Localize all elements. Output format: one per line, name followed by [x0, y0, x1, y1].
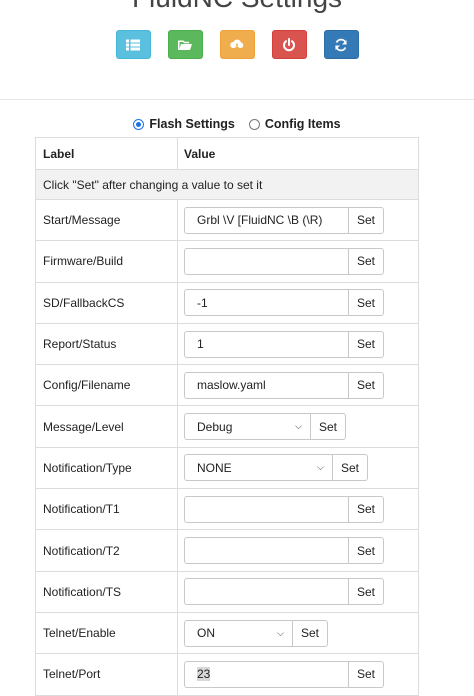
config-items-option[interactable]: Config Items — [248, 117, 341, 131]
setting-label: Telnet/Port — [36, 654, 178, 695]
divider — [0, 99, 474, 100]
page-title: FluidNC Settings — [0, 0, 474, 14]
setting-value-input[interactable]: Grbl \V [FluidNC \B (\R) — [184, 206, 348, 234]
toolbar — [0, 30, 474, 59]
value-column-header: Value — [184, 146, 216, 161]
setting-label: SD/FallbackCS — [36, 282, 178, 323]
setting-label: Notification/T1 — [36, 489, 178, 530]
table-row: Notification/T1 Set — [36, 488, 418, 530]
refresh-button[interactable] — [323, 30, 359, 59]
selected-option: ON — [197, 626, 215, 641]
setting-label: Config/Filename — [36, 365, 178, 406]
selected-option: Debug — [197, 419, 233, 434]
set-button[interactable]: Set — [348, 371, 384, 399]
set-button[interactable]: Set — [348, 660, 384, 688]
flash-settings-label: Flash Settings — [149, 117, 235, 131]
setting-value-input[interactable]: maslow.yaml — [184, 371, 348, 399]
table-row: Notification/T2 Set — [36, 529, 418, 571]
chevron-down-icon: ⌵ — [317, 462, 324, 473]
setting-label: Notification/TS — [36, 571, 178, 612]
setting-value-input[interactable]: -1 — [184, 289, 348, 317]
settings-table: Label Value Click "Set" after changing a… — [35, 137, 419, 696]
set-button[interactable]: Set — [348, 537, 384, 565]
table-row: Start/Message Grbl \V [FluidNC \B (\R) S… — [36, 199, 418, 241]
table-row: Config/Filename maslow.yaml Set — [36, 364, 418, 406]
open-files-button[interactable] — [167, 30, 203, 59]
set-button[interactable]: Set — [310, 413, 346, 441]
label-column-header: Label — [36, 138, 178, 169]
setting-value-input[interactable]: 23 — [184, 660, 348, 688]
folder-open-icon — [178, 40, 192, 50]
setting-value-select[interactable]: NONE ⌵ — [184, 454, 332, 482]
flash-settings-radio[interactable] — [133, 118, 145, 130]
refresh-icon — [335, 38, 347, 51]
table-row: Report/Status 1 Set — [36, 322, 418, 365]
chevron-down-icon: ⌵ — [277, 627, 284, 638]
mode-switch: Flash Settings Config Items — [0, 117, 474, 131]
set-button[interactable]: Set — [292, 619, 328, 647]
table-row: Notification/Type NONE ⌵ Set — [36, 446, 418, 489]
setting-value-input[interactable] — [184, 578, 348, 606]
setting-label: Message/Level — [36, 406, 178, 447]
set-button[interactable]: Set — [348, 578, 384, 606]
list-button[interactable] — [115, 30, 151, 59]
setting-value-select[interactable]: Debug ⌵ — [184, 413, 310, 441]
power-button[interactable] — [271, 30, 307, 59]
set-button[interactable]: Set — [348, 247, 384, 275]
chevron-down-icon: ⌵ — [295, 421, 302, 432]
setting-value-input[interactable] — [184, 495, 348, 523]
setting-label: Telnet/Enable — [36, 612, 178, 654]
table-row: Telnet/Port 23 Set — [36, 653, 418, 695]
selected-text: 23 — [197, 667, 211, 682]
set-button[interactable]: Set — [348, 289, 384, 317]
table-row: Telnet/Enable ON ⌵ Set — [36, 611, 418, 654]
config-items-label: Config Items — [264, 117, 341, 131]
set-button[interactable]: Set — [348, 330, 384, 358]
set-instruction: Click "Set" after changing a value to se… — [36, 169, 418, 199]
setting-value-input[interactable] — [184, 247, 348, 275]
setting-label: Notification/T2 — [36, 530, 178, 571]
setting-label: Report/Status — [36, 323, 178, 365]
table-row: Firmware/Build Set — [36, 240, 418, 282]
set-button[interactable]: Set — [332, 454, 368, 482]
setting-label: Start/Message — [36, 200, 178, 241]
config-items-radio[interactable] — [248, 118, 260, 130]
cloud-download-button[interactable] — [219, 30, 255, 59]
table-row: Message/Level Debug ⌵ Set — [36, 405, 418, 447]
list-icon — [126, 39, 140, 50]
cloud-download-icon — [230, 39, 244, 51]
setting-label: Firmware/Build — [36, 241, 178, 282]
power-icon — [283, 37, 295, 51]
setting-value-input[interactable] — [184, 537, 348, 565]
setting-value-select[interactable]: ON ⌵ — [184, 619, 292, 647]
setting-value-input[interactable]: 1 — [184, 330, 348, 358]
set-button[interactable]: Set — [348, 495, 384, 523]
setting-label: Notification/Type — [36, 447, 178, 489]
selected-option: NONE — [197, 460, 232, 475]
table-row: SD/FallbackCS -1 Set — [36, 281, 418, 323]
table-header: Label Value — [36, 138, 418, 169]
set-button[interactable]: Set — [348, 206, 384, 234]
flash-settings-option[interactable]: Flash Settings — [133, 117, 235, 131]
table-row: Notification/TS Set — [36, 570, 418, 612]
